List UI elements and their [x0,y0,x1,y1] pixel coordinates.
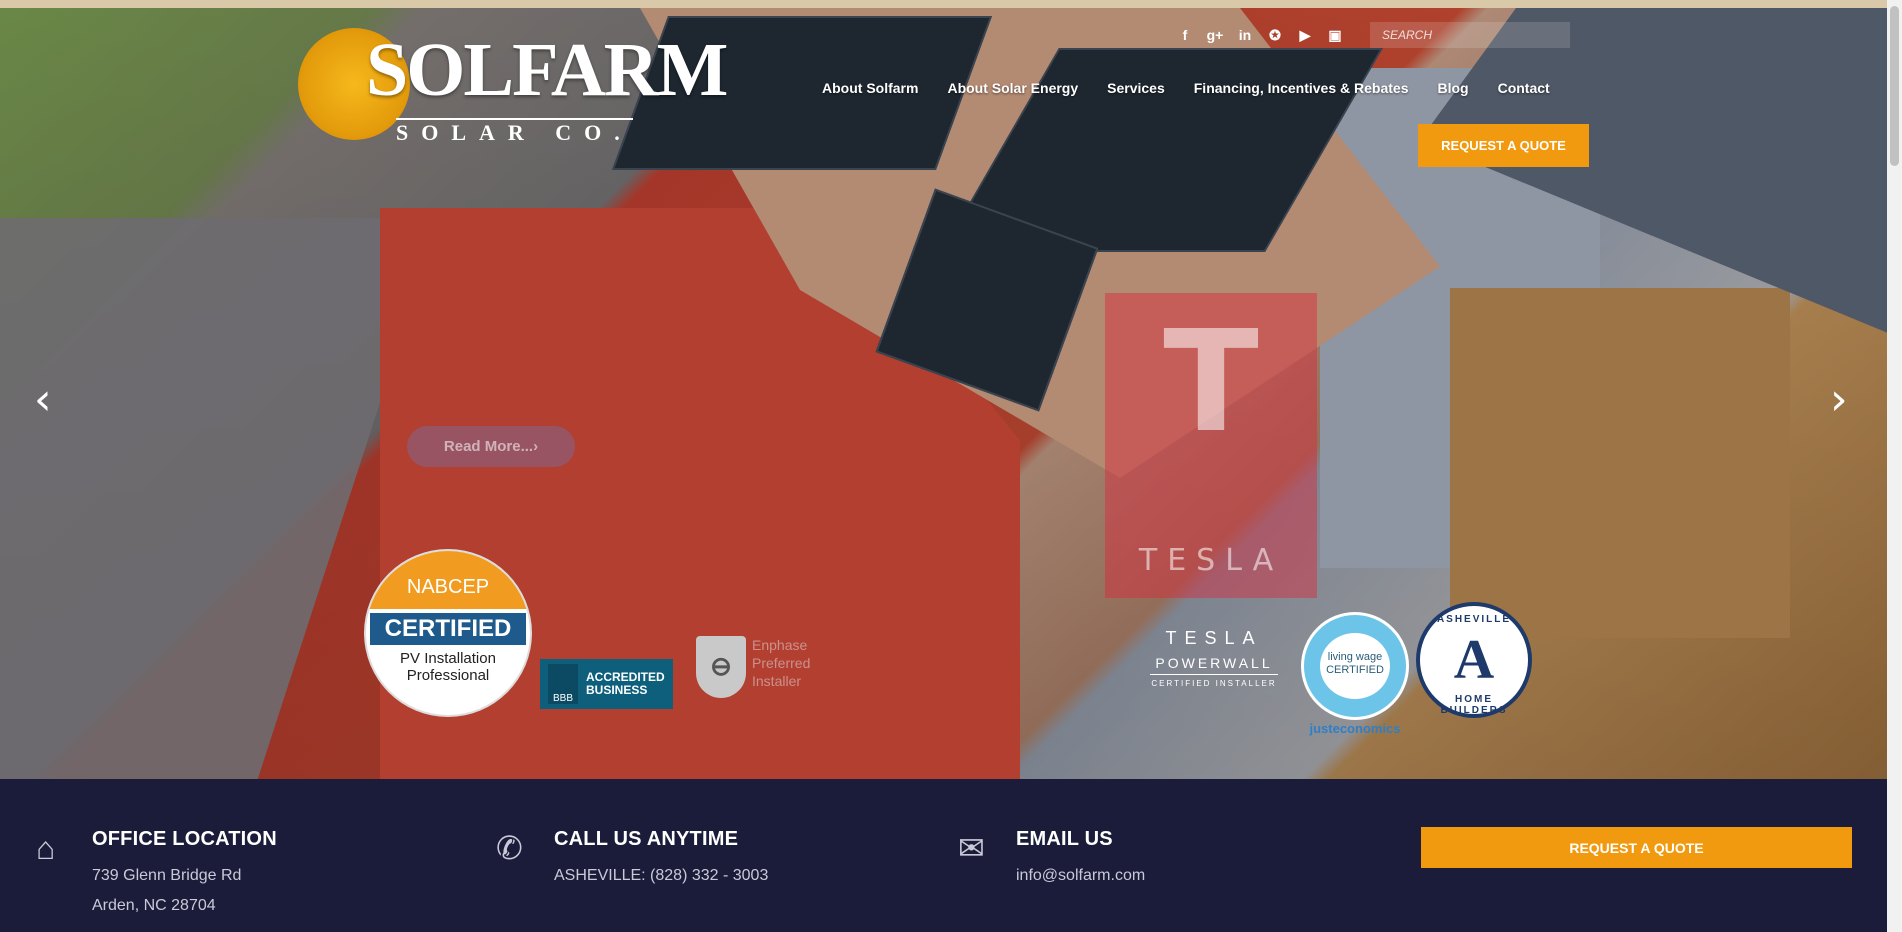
phone-title: CALL US ANYTIME [554,828,739,850]
ahb-top: ASHEVILLE [1436,614,1512,625]
request-quote-button-footer[interactable]: REQUEST A QUOTE [1421,827,1852,868]
bbb-seal-icon: BBB [548,664,578,704]
office-line2: Arden, NC 28704 [92,897,216,914]
nabcep-line2: Professional [406,666,490,684]
contact-footer: ⌂ OFFICE LOCATION 739 Glenn Bridge Rd Ar… [0,779,1887,932]
instagram-icon[interactable]: ▣ [1326,26,1344,44]
nabcep-badge: NABCEP CERTIFIED PV Installation Profess… [366,551,530,715]
powerwall-product: POWERWALL [1150,655,1278,675]
envelope-icon: ✉ [958,830,985,866]
enphase-text: Enphase Preferred Installer [752,636,810,691]
search-input[interactable] [1370,22,1570,48]
email-title: EMAIL US [1016,828,1113,850]
living-wage-inner: living wage CERTIFIED [1320,633,1390,699]
main-nav: About Solfarm About Solar Energy Service… [822,80,1579,96]
email-address[interactable]: info@solfarm.com [1016,861,1145,891]
social-links: f g+ in ✪ ▶ ▣ [1176,26,1344,44]
twitter-icon[interactable]: ✪ [1266,26,1284,44]
email-us: EMAIL US info@solfarm.com [1016,828,1145,891]
living-wage-line2: CERTIFIED [1326,663,1384,676]
logo-tagline: SOLAR CO. [396,118,633,145]
enphase-badge: ⊖ Enphase Preferred Installer [696,636,810,698]
powerwall-brand: TESLA [1165,628,1263,648]
powerwall-caption: CERTIFIED INSTALLER [1151,679,1277,688]
tesla-overlay-word: TESLA [1138,543,1284,578]
enphase-line2: Preferred [752,655,811,672]
top-strip [0,0,1887,8]
nabcep-bottom: PV Installation Professional [366,650,530,684]
living-wage-line1: living wage [1327,651,1383,663]
ahb-logo-icon: A [1453,629,1495,691]
office-location: OFFICE LOCATION 739 Glenn Bridge Rd Arde… [92,828,277,921]
chevron-right-icon: › [533,438,539,455]
site-logo[interactable]: SOLFARM SOLAR CO. [298,26,728,146]
living-wage-badge: living wage CERTIFIED justeconomics [1301,612,1409,736]
request-quote-button[interactable]: REQUEST A QUOTE [1418,124,1589,167]
read-more-button[interactable]: Read More... › [407,426,575,467]
phone-number[interactable]: ASHEVILLE: (828) 332 - 3003 [554,861,768,891]
phone-icon: ✆ [496,830,523,866]
facebook-icon[interactable]: f [1176,26,1194,44]
bbb-line2: BUSINESS [586,683,648,697]
asheville-home-builders-badge: ASHEVILLE A HOME BUILDERS [1416,602,1532,718]
living-wage-foot: justeconomics [1309,721,1401,736]
enphase-line1: Enphase [752,637,808,653]
nav-about-solfarm[interactable]: About Solfarm [822,80,918,96]
home-icon: ⌂ [36,830,56,866]
hero-carousel[interactable]: T TESLA ‹ › Read More... › NABCEP CERTIF… [0,8,1887,779]
linkedin-icon[interactable]: in [1236,26,1254,44]
enphase-line3: Installer [752,673,802,690]
powerwall-badge: TESLA POWERWALL CERTIFIED INSTALLER [1150,628,1278,688]
read-more-label: Read More... [443,438,534,455]
page-scrollbar[interactable] [1887,0,1902,932]
scrollbar-thumb[interactable] [1890,6,1899,166]
next-arrow-icon[interactable]: › [1830,378,1848,422]
tesla-logo-icon: T [1163,301,1259,464]
nav-about-solar-energy[interactable]: About Solar Energy [947,80,1078,96]
call-us: CALL US ANYTIME ASHEVILLE: (828) 332 - 3… [554,828,768,891]
nav-blog[interactable]: Blog [1437,80,1468,96]
prev-arrow-icon[interactable]: ‹ [34,378,52,422]
ahb-bottom: HOME BUILDERS [1440,694,1508,716]
nav-contact[interactable]: Contact [1498,80,1550,96]
bbb-text: ACCREDITED BUSINESS [586,670,665,697]
hero-roof-left [0,218,440,779]
nabcep-line1: PV Installation [400,650,496,667]
office-line1: 739 Glenn Bridge Rd [92,867,242,884]
nav-financing[interactable]: Financing, Incentives & Rebates [1194,80,1409,96]
logo-name: SOLFARM [366,28,728,112]
bbb-badge: BBB ACCREDITED BUSINESS [540,659,673,709]
enphase-icon: ⊖ [696,636,746,698]
hero-deck [1450,288,1790,638]
nabcep-mid: CERTIFIED [370,613,526,645]
nav-services[interactable]: Services [1107,80,1165,96]
office-title: OFFICE LOCATION [92,828,277,850]
tesla-overlay: T TESLA [1105,293,1317,598]
google-plus-icon[interactable]: g+ [1206,26,1224,44]
youtube-icon[interactable]: ▶ [1296,26,1314,44]
